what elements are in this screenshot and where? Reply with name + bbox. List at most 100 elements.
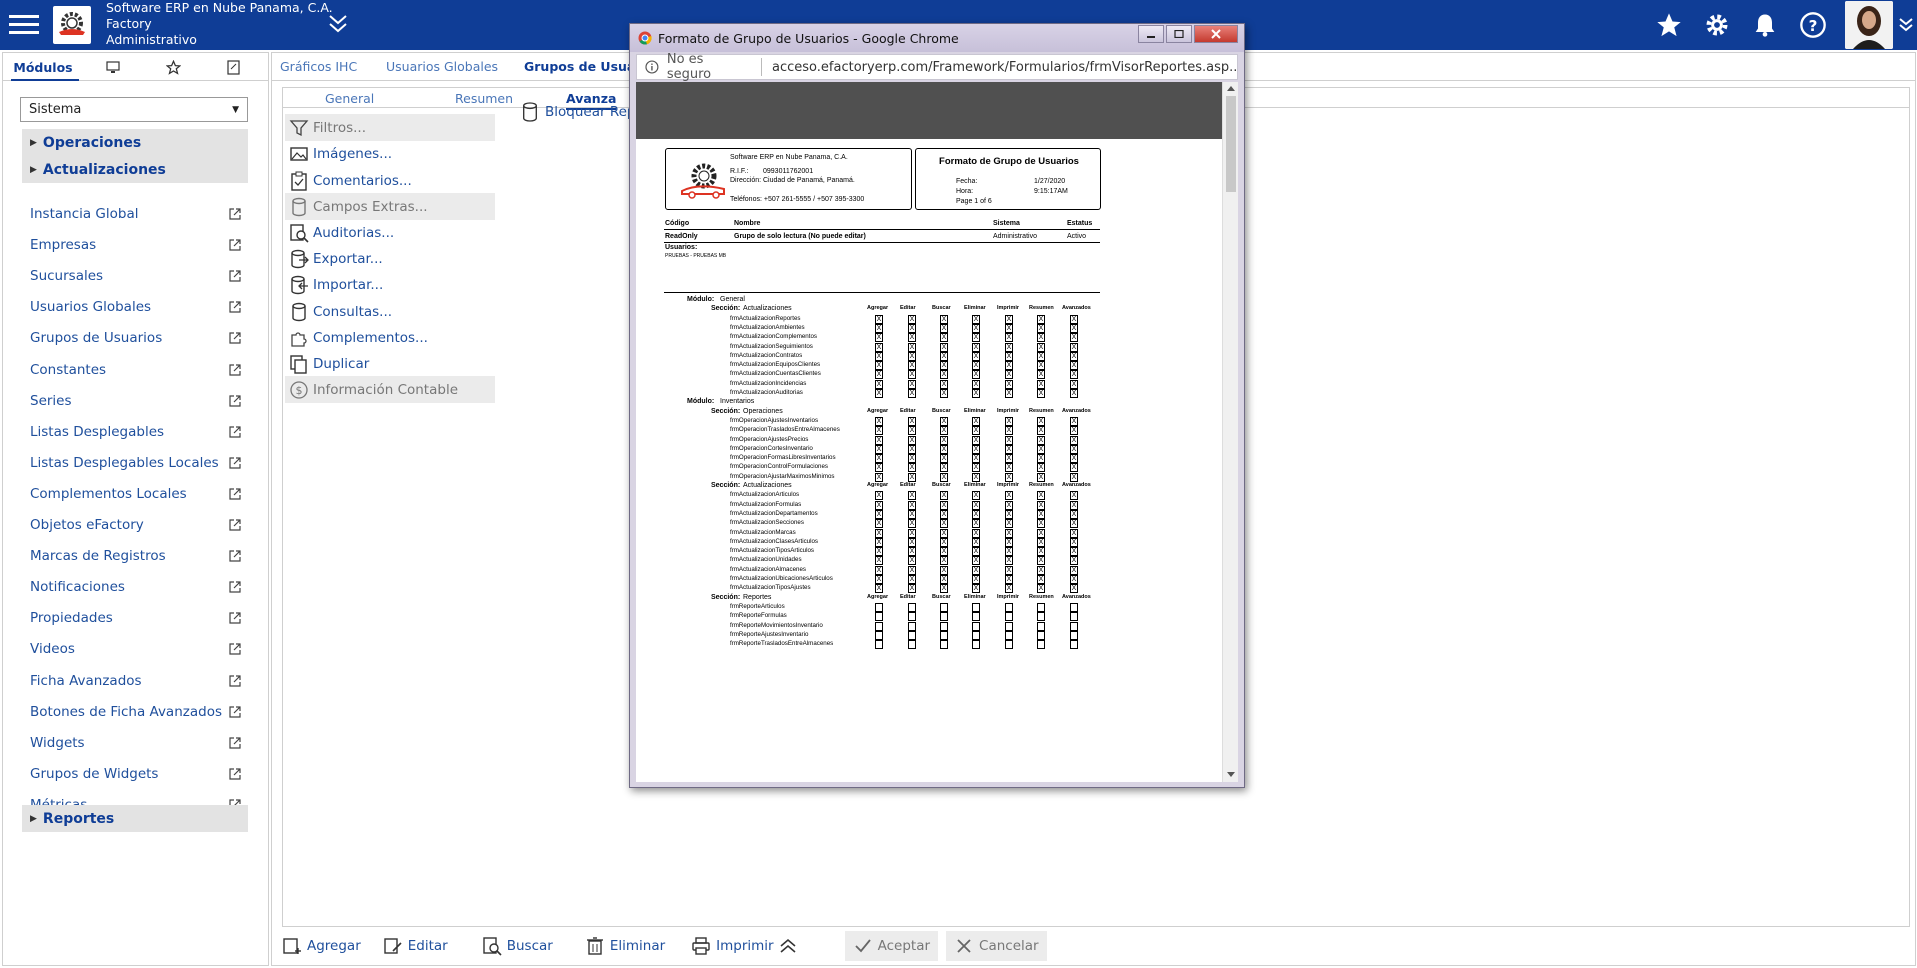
chevron-down-icon[interactable] <box>1895 14 1917 36</box>
accept-button[interactable]: Aceptar <box>844 931 939 961</box>
sidebar-item-widgets[interactable]: Widgets <box>30 733 242 753</box>
action-export[interactable]: Exportar... <box>285 245 495 272</box>
address-bar[interactable]: No es seguro acceso.efactoryerp.com/Fram… <box>636 52 1238 82</box>
sidebar-item-empresas[interactable]: Empresas <box>30 235 242 255</box>
tab-usuarios-globales[interactable]: Usuarios Globales <box>386 59 498 74</box>
monitor-icon[interactable] <box>83 53 143 81</box>
sidebar-item-videos[interactable]: Videos <box>30 639 242 659</box>
edit-button[interactable]: Editar <box>383 931 448 961</box>
open-external-icon[interactable] <box>228 674 242 688</box>
block-reports-action[interactable]: Bloquear Rep <box>521 102 635 122</box>
sidebar-item-notificaciones[interactable]: Notificaciones <box>30 577 242 597</box>
section-reportes[interactable]: ▶ Reportes <box>22 805 248 832</box>
open-external-icon[interactable] <box>228 518 242 532</box>
sidebar-item-listas-desplegables-locales[interactable]: Listas Desplegables Locales <box>30 453 242 473</box>
star-icon[interactable] <box>1655 11 1683 39</box>
tab-modules[interactable]: Módulos <box>3 53 83 81</box>
unchecked-checkbox <box>1037 612 1045 622</box>
open-external-icon[interactable] <box>228 487 242 501</box>
sidebar-item-grupos-de-usuarios[interactable]: Grupos de Usuarios <box>30 328 242 348</box>
action-audit[interactable]: Auditorias... <box>285 219 495 246</box>
action-import[interactable]: Importar... <box>285 271 495 298</box>
open-external-icon[interactable] <box>228 394 242 408</box>
user-avatar[interactable] <box>1845 1 1893 49</box>
checked-checkbox: X <box>1005 416 1013 426</box>
open-external-icon[interactable] <box>228 207 242 221</box>
report-company: Software ERP en Nube Panama, C.A. <box>730 154 848 161</box>
open-external-icon[interactable] <box>228 580 242 594</box>
system-select[interactable]: Sistema ▼ <box>20 97 248 122</box>
open-external-icon[interactable] <box>228 363 242 377</box>
minimize-button[interactable] <box>1138 25 1164 43</box>
open-external-icon[interactable] <box>228 642 242 656</box>
action-duplicate[interactable]: Duplicar <box>285 350 495 377</box>
sidebar-item-grupos-de-widgets[interactable]: Grupos de Widgets <box>30 764 242 784</box>
action-image[interactable]: Imágenes... <box>285 140 495 167</box>
viewer-scrollbar[interactable] <box>1222 82 1238 782</box>
search-button[interactable]: Buscar <box>482 931 553 961</box>
unchecked-checkbox <box>1005 640 1013 650</box>
permission-form-name: frmActualizacionSeguimientos <box>730 342 813 350</box>
popup-titlebar[interactable]: Formato de Grupo de Usuarios - Google Ch… <box>630 24 1244 52</box>
sidebar-item-ficha-avanzados[interactable]: Ficha Avanzados <box>30 671 242 691</box>
open-external-icon[interactable] <box>228 300 242 314</box>
close-icon <box>957 939 971 953</box>
open-external-icon[interactable] <box>228 611 242 625</box>
expand-toolbar-icon[interactable] <box>778 931 803 961</box>
open-external-icon[interactable] <box>228 331 242 345</box>
action-query[interactable]: Consultas... <box>285 298 495 325</box>
sidebar-item-botones-de-ficha-avanzados[interactable]: Botones de Ficha Avanzados <box>30 702 242 722</box>
sidebar-item-sucursales[interactable]: Sucursales <box>30 266 242 286</box>
favorites-star-icon[interactable] <box>143 53 203 81</box>
scrollbar-thumb[interactable] <box>1226 96 1236 192</box>
open-external-icon[interactable] <box>228 425 242 439</box>
delete-button[interactable]: Eliminar <box>585 931 665 961</box>
maximize-button[interactable] <box>1166 25 1192 43</box>
sidebar-item-complementos-locales[interactable]: Complementos Locales <box>30 484 242 504</box>
add-button[interactable]: Agregar <box>282 931 361 961</box>
sidebar-item-objetos-efactory[interactable]: Objetos eFactory <box>30 515 242 535</box>
notes-icon[interactable] <box>203 53 263 81</box>
checked-checkbox: X <box>1070 463 1078 473</box>
sidebar-item-usuarios-globales[interactable]: Usuarios Globales <box>30 297 242 317</box>
open-external-icon[interactable] <box>228 705 242 719</box>
open-external-icon[interactable] <box>228 549 242 563</box>
scroll-down-icon[interactable] <box>1227 772 1235 778</box>
gear-icon[interactable] <box>1703 11 1731 39</box>
help-icon[interactable]: ? <box>1799 11 1827 39</box>
section-operaciones[interactable]: ▶ Operaciones <box>22 129 248 156</box>
action-database[interactable]: Campos Extras... <box>285 193 495 220</box>
open-external-icon[interactable] <box>228 736 242 750</box>
print-button[interactable]: Imprimir <box>691 931 774 961</box>
action-clipboard[interactable]: Comentarios... <box>285 167 495 194</box>
tab-graficos-ihc[interactable]: Gráficos IHC <box>280 59 357 74</box>
action-puzzle[interactable]: Complementos... <box>285 324 495 351</box>
tab-grupos-de-usuarios[interactable]: Grupos de Usuari <box>524 59 646 74</box>
sidebar-item-constantes[interactable]: Constantes <box>30 360 242 380</box>
checked-checkbox: X <box>940 537 948 547</box>
checked-checkbox: X <box>972 519 980 529</box>
sidebar-item-series[interactable]: Series <box>30 391 242 411</box>
sidebar-item-listas-desplegables[interactable]: Listas Desplegables <box>30 422 242 442</box>
checked-checkbox: X <box>1070 500 1078 510</box>
sidebar-item-marcas-de-registros[interactable]: Marcas de Registros <box>30 546 242 566</box>
close-window-button[interactable] <box>1194 25 1238 43</box>
action-dollar[interactable]: $ Información Contable <box>285 376 495 403</box>
tab-resumen[interactable]: Resumen <box>455 91 513 106</box>
open-external-icon[interactable] <box>228 269 242 283</box>
open-external-icon[interactable] <box>228 767 242 781</box>
section-actualizaciones[interactable]: ▶ Actualizaciones <box>22 156 248 183</box>
action-filter[interactable]: Filtros... <box>285 114 495 141</box>
tab-general[interactable]: General <box>325 91 374 106</box>
open-external-icon[interactable] <box>228 238 242 252</box>
unchecked-checkbox <box>908 602 916 612</box>
collapse-header-icon[interactable] <box>326 11 350 37</box>
hamburger-menu-icon[interactable] <box>6 9 42 39</box>
bell-icon[interactable] <box>1751 11 1779 39</box>
checked-checkbox: X <box>875 314 883 324</box>
scroll-up-icon[interactable] <box>1227 85 1235 91</box>
sidebar-item-instancia-global[interactable]: Instancia Global <box>30 204 242 224</box>
open-external-icon[interactable] <box>228 456 242 470</box>
cancel-button[interactable]: Cancelar <box>946 931 1047 961</box>
sidebar-item-propiedades[interactable]: Propiedades <box>30 608 242 628</box>
